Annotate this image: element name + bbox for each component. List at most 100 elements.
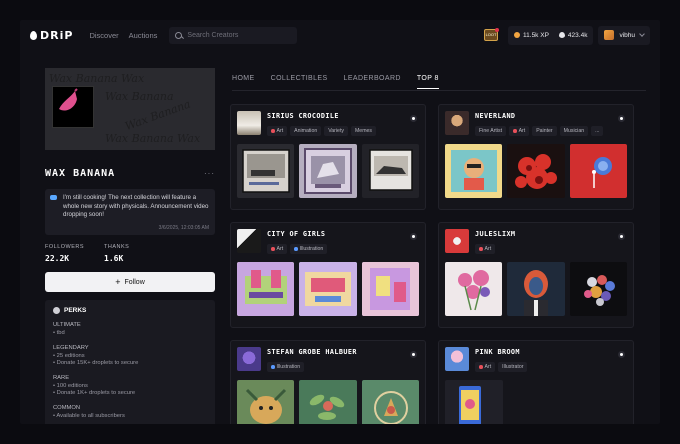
xp-icon (514, 31, 521, 38)
artwork-thumbnail[interactable] (299, 144, 357, 198)
tag-memes[interactable]: Memes (350, 126, 376, 136)
creator-name: CITY OF GIRLS (267, 230, 326, 238)
search-input[interactable]: Search Creators (169, 26, 298, 44)
drip-logo[interactable]: DRiP (30, 29, 73, 42)
tier-common: COMMON • Available to all subscribers (53, 404, 125, 419)
search-icon (175, 31, 183, 39)
creator-name: JULESLIXM (475, 230, 516, 238)
thanks-count: 1.6K (104, 254, 124, 263)
pencil-icon (271, 365, 275, 369)
tag-art[interactable]: Art (267, 126, 288, 136)
tier-legendary: LEGENDARY • 25 editions • Donate 15K+ dr… (53, 344, 139, 367)
svg-text:Wax Banana Wax: Wax Banana Wax (49, 72, 145, 85)
artwork-thumbnail[interactable] (237, 380, 295, 424)
palette-icon (479, 365, 483, 369)
tag-variety[interactable]: Variety (324, 126, 348, 136)
chevron-down-icon (639, 31, 645, 37)
artwork-thumbnail[interactable] (361, 144, 419, 198)
select-radio[interactable] (410, 115, 417, 122)
loot-badge-icon[interactable]: LOOT (484, 28, 500, 41)
select-radio[interactable] (618, 233, 625, 240)
select-radio[interactable] (410, 233, 417, 240)
artwork-thumbnail[interactable] (299, 262, 357, 316)
select-radio[interactable] (618, 115, 625, 122)
tag-musician[interactable]: Musician (559, 126, 589, 136)
artwork-thumbnail[interactable] (361, 380, 419, 424)
tag-art[interactable]: Art (475, 362, 496, 372)
nav-auctions[interactable]: Auctions (129, 31, 158, 40)
droplet-icon (558, 31, 565, 38)
select-radio[interactable] (618, 351, 625, 358)
status-card: I'm still cooking! The next collection w… (45, 189, 215, 235)
artwork-thumbnail[interactable] (507, 144, 565, 198)
tag-art[interactable]: Art (509, 126, 530, 136)
creator-card-neverland[interactable]: NEVERLAND Fine Artist Art Painter Musici… (438, 104, 634, 210)
xp-value: 11.5k XP (523, 31, 549, 39)
creator-thumb (237, 229, 261, 253)
creator-card-pink-broom[interactable]: PINK BROOM Art Illustrator (438, 340, 634, 424)
plus-icon: + (115, 276, 121, 287)
followers-stat: FOLLOWERS 22.2K (45, 244, 85, 263)
artwork-thumbnail[interactable] (569, 144, 627, 198)
app-window: DRiP Discover Auctions Search Creators L… (20, 20, 660, 424)
status-text: I'm still cooking! The next collection w… (63, 194, 209, 218)
user-menu[interactable]: vibhu (598, 25, 650, 45)
profile-name: WAX BANANA (45, 168, 116, 179)
artwork-thumbnail[interactable] (299, 380, 357, 424)
pencil-icon (294, 247, 298, 251)
creator-thumb (445, 229, 469, 253)
artwork-thumbnail[interactable] (237, 262, 295, 316)
artwork-thumbnail[interactable] (445, 262, 503, 316)
banana-icon (59, 88, 78, 111)
top-bar: DRiP Discover Auctions Search Creators L… (20, 20, 660, 50)
tier-ultimate: ULTIMATE • tbd (53, 322, 81, 336)
artwork-thumbnail[interactable] (507, 262, 565, 316)
creator-thumb (237, 111, 261, 135)
tab-leaderboard[interactable]: LEADERBOARD (344, 75, 401, 89)
tab-home[interactable]: HOME (232, 75, 255, 89)
tab-collectibles[interactable]: COLLECTIBLES (271, 75, 328, 89)
artwork-thumbnail[interactable] (361, 262, 419, 316)
paw-icon (53, 307, 60, 314)
droplets-value: 423.4k (567, 31, 588, 39)
creator-name: STEFAN GROBE HALBUER (267, 348, 357, 356)
tag-art[interactable]: Art (475, 244, 496, 254)
nav-discover[interactable]: Discover (89, 31, 118, 40)
creator-name: SIRIUS CROCODILE (267, 112, 339, 120)
tag-illustrator[interactable]: Illustrator (498, 362, 528, 372)
creator-thumb (445, 111, 469, 135)
tag-animation[interactable]: Animation (290, 126, 322, 136)
artwork-thumbnail[interactable] (237, 144, 295, 198)
tag-painter[interactable]: Painter (532, 126, 557, 136)
tab-top-8[interactable]: TOP 8 (416, 75, 439, 89)
followers-count: 22.2K (45, 254, 70, 263)
profile-column: Wax Banana Wax Wax Banana Wax Banana Wax… (45, 68, 215, 424)
tag-illustration[interactable]: Illustration (290, 244, 328, 254)
creator-card-juleslixm[interactable]: JULESLIXM Art (438, 222, 634, 328)
tag-fine-artist[interactable]: Fine Artist (475, 126, 507, 136)
wallet-balance[interactable]: 11.5k XP 423.4k (508, 25, 594, 45)
artwork-thumbnail[interactable] (445, 144, 503, 198)
palette-icon (271, 129, 275, 133)
artwork-thumbnail[interactable] (445, 380, 503, 424)
artwork-thumbnail[interactable] (569, 262, 627, 316)
avatar (604, 30, 615, 40)
palette-icon (479, 247, 483, 251)
search-placeholder: Search Creators (187, 31, 239, 39)
palette-icon (513, 129, 517, 133)
perks-panel: PERKS ULTIMATE • tbd LEGENDARY • 25 edit… (45, 300, 215, 424)
tag-more[interactable]: ... (591, 126, 604, 136)
select-radio[interactable] (410, 351, 417, 358)
more-options-icon[interactable]: ··· (204, 169, 215, 178)
creator-card-sirius-crocodile[interactable]: SIRIUS CROCODILE Art Animation Variety M… (230, 104, 426, 210)
creator-thumb (237, 347, 261, 371)
chat-icon (50, 195, 57, 200)
drop-icon (30, 30, 37, 40)
follow-button[interactable]: + Follow (45, 272, 215, 292)
creator-card-stefan-grobe-halbuer[interactable]: STEFAN GROBE HALBUER Illustration (230, 340, 426, 424)
tag-art[interactable]: Art (267, 244, 288, 254)
profile-tabs: HOME COLLECTIBLES LEADERBOARD TOP 8 (232, 75, 439, 89)
tag-illustration[interactable]: Illustration (267, 362, 305, 372)
creator-card-city-of-girls[interactable]: CITY OF GIRLS Art Illustration (230, 222, 426, 328)
creator-thumb (445, 347, 469, 371)
